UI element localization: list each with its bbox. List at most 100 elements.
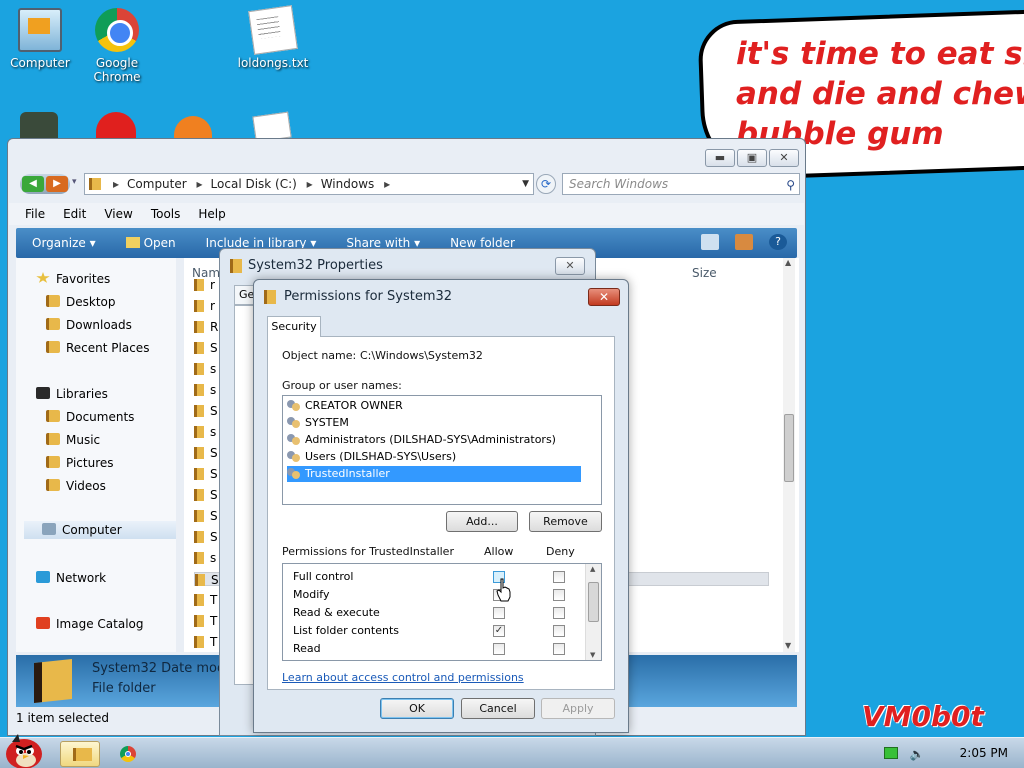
remove-button[interactable]: Remove	[529, 511, 602, 532]
open-button[interactable]: Open	[125, 236, 176, 250]
file-list-scrollbar[interactable]: ▲ ▼	[783, 258, 795, 652]
menu-help[interactable]: Help	[198, 203, 225, 225]
file-name: r	[210, 299, 215, 313]
nav-favorites[interactable]: Favorites	[36, 270, 110, 288]
deny-checkbox[interactable]	[553, 625, 565, 637]
recent-pages-dropdown[interactable]: ▾	[72, 177, 77, 187]
close-button[interactable]: ✕	[769, 149, 799, 167]
help-icon[interactable]: ?	[769, 234, 787, 250]
user-item[interactable]: Administrators (DILSHAD-SYS\Administrato…	[287, 432, 556, 448]
search-input[interactable]: Search Windows ⚲	[562, 173, 800, 195]
organize-button[interactable]: Organize ▾	[32, 236, 96, 250]
user-item-selected[interactable]: TrustedInstaller	[287, 466, 581, 482]
taskbar-explorer-button[interactable]	[60, 741, 100, 767]
scroll-down-arrow[interactable]: ▼	[590, 651, 595, 659]
deny-checkbox[interactable]	[553, 607, 565, 619]
permission-name: List folder contents	[293, 624, 399, 637]
properties-close-button[interactable]: ✕	[555, 257, 585, 275]
nav-libraries[interactable]: Libraries	[36, 385, 108, 403]
nav-music[interactable]: Music	[46, 431, 100, 449]
navigation-pane: Favorites Desktop Downloads Recent Place…	[16, 258, 176, 652]
menu-edit[interactable]: Edit	[63, 203, 86, 225]
volume-icon[interactable]: 🔈	[910, 747, 925, 761]
nav-label: Network	[56, 571, 107, 585]
start-button[interactable]	[2, 732, 46, 768]
nav-recent-places[interactable]: Recent Places	[46, 339, 149, 357]
permissions-dialog[interactable]: Permissions for System32 ✕ Security Obje…	[253, 279, 629, 733]
access-control-help-link[interactable]: Learn about access control and permissio…	[282, 671, 524, 684]
scroll-up-arrow[interactable]: ▲	[590, 565, 595, 573]
forward-button[interactable]: ▶	[46, 176, 68, 192]
back-button[interactable]: ◀	[22, 176, 44, 192]
file-name: S	[210, 488, 218, 502]
desktop-icon-loldongs[interactable]: loldongs.txt	[233, 5, 313, 70]
nav-label: Music	[66, 433, 101, 447]
folder-icon	[194, 510, 204, 522]
menu-bar: File Edit View Tools Help	[9, 203, 804, 225]
allow-checkbox[interactable]	[493, 643, 505, 655]
menu-tools[interactable]: Tools	[151, 203, 181, 225]
maximize-button[interactable]: ▣	[737, 149, 767, 167]
column-header-size[interactable]: Size	[692, 266, 717, 280]
permissions-close-button[interactable]: ✕	[588, 288, 620, 306]
chrome-icon	[95, 8, 139, 52]
user-item[interactable]: CREATOR OWNER	[287, 398, 403, 414]
deny-checkbox[interactable]	[553, 643, 565, 655]
nav-computer[interactable]: Computer	[24, 521, 176, 539]
search-icon[interactable]: ⚲	[786, 175, 795, 195]
breadcrumb-computer[interactable]: Computer	[127, 177, 187, 191]
view-options-icon[interactable]	[701, 234, 719, 250]
permissions-list[interactable]: Full control Modify Read & execute List fol…	[282, 563, 602, 661]
folder-icon	[194, 594, 204, 606]
desktop-icon-chrome[interactable]: Google Chrome	[77, 8, 157, 84]
user-list[interactable]: CREATOR OWNER SYSTEM Administrators (DIL…	[282, 395, 602, 505]
ok-button[interactable]: OK	[380, 698, 454, 719]
scroll-down-arrow[interactable]: ▼	[785, 641, 791, 650]
minimize-button[interactable]: ▬	[705, 149, 735, 167]
nav-downloads[interactable]: Downloads	[46, 316, 132, 334]
explorer-titlebar[interactable]	[8, 139, 805, 173]
deny-checkbox[interactable]	[553, 571, 565, 583]
address-dropdown-button[interactable]: ▼	[522, 174, 529, 194]
tab-security[interactable]: Security	[267, 316, 321, 337]
nav-network[interactable]: Network	[36, 569, 106, 587]
folder-icon	[230, 259, 242, 273]
refresh-button[interactable]: ⟳	[536, 174, 556, 194]
allow-checkbox[interactable]	[493, 607, 505, 619]
address-bar[interactable]: ▸ Computer ▸ Local Disk (C:) ▸ Windows ▸ ▼	[84, 173, 534, 195]
preview-pane-icon[interactable]	[735, 234, 753, 250]
breadcrumb-local-disk[interactable]: Local Disk (C:)	[211, 177, 297, 191]
file-name: S	[211, 573, 219, 587]
user-item[interactable]: Users (DILSHAD-SYS\Users)	[287, 449, 456, 465]
cancel-button[interactable]: Cancel	[461, 698, 535, 719]
folder-icon	[194, 615, 204, 627]
deny-checkbox[interactable]	[553, 589, 565, 601]
scroll-up-arrow[interactable]: ▲	[785, 258, 791, 267]
scrollbar-thumb[interactable]	[588, 582, 599, 622]
network-status-icon[interactable]	[883, 747, 898, 759]
add-button[interactable]: Add...	[446, 511, 518, 532]
opera-icon[interactable]	[96, 112, 136, 140]
apply-button[interactable]: Apply	[541, 698, 615, 719]
music-icon	[46, 433, 60, 445]
clock[interactable]: 2:05 PM	[960, 746, 1008, 760]
permissions-for-label: Permissions for TrustedInstaller	[282, 545, 454, 558]
breadcrumb-windows[interactable]: Windows	[321, 177, 375, 191]
folder-icon	[194, 489, 204, 501]
recycle-bin-icon[interactable]	[20, 112, 58, 140]
nav-pictures[interactable]: Pictures	[46, 454, 114, 472]
nav-videos[interactable]: Videos	[46, 477, 106, 495]
menu-view[interactable]: View	[104, 203, 132, 225]
nav-image-catalog[interactable]: Image Catalog	[36, 615, 143, 633]
desktop-icon-computer[interactable]: Computer	[0, 8, 80, 70]
allow-checkbox[interactable]: ✓	[493, 625, 505, 637]
user-item[interactable]: SYSTEM	[287, 415, 349, 431]
users-icon	[287, 400, 301, 412]
taskbar-chrome-button[interactable]	[108, 741, 148, 767]
nav-desktop[interactable]: Desktop	[46, 293, 116, 311]
nav-documents[interactable]: Documents	[46, 408, 134, 426]
menu-file[interactable]: File	[25, 203, 45, 225]
app-icon[interactable]	[174, 116, 212, 140]
permissions-scrollbar[interactable]: ▲ ▼	[585, 564, 601, 660]
scrollbar-thumb[interactable]	[784, 414, 794, 482]
